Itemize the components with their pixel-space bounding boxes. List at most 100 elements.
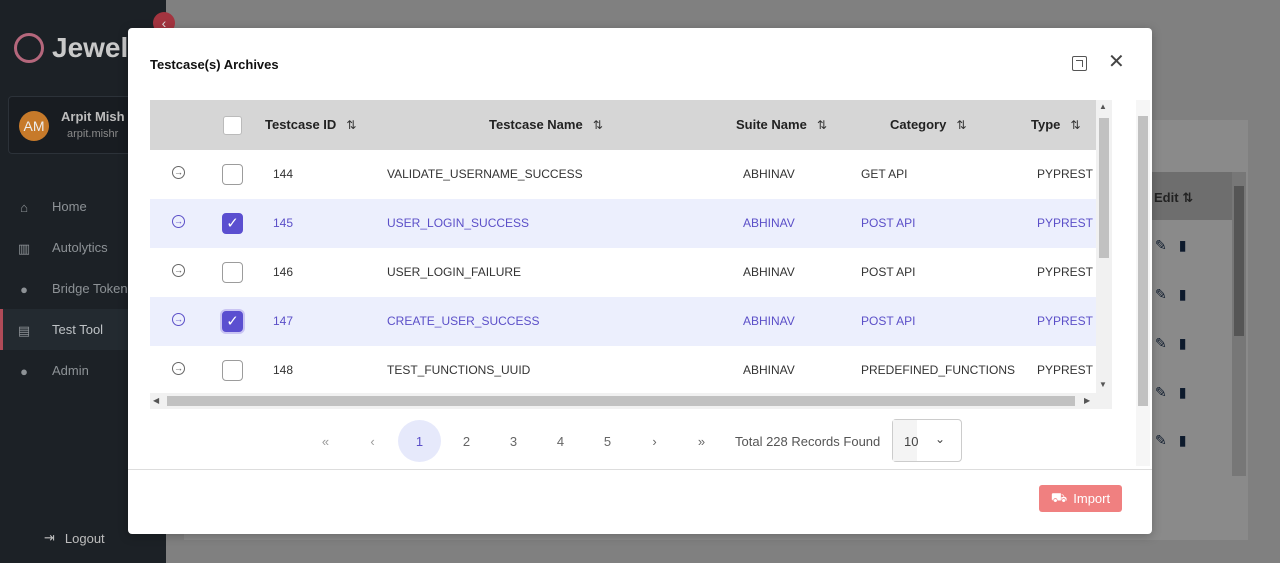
last-page-button[interactable]: » (678, 420, 725, 462)
sort-icon[interactable]: ⇅ (817, 118, 827, 132)
cell-suite-name: ABHINAV (743, 167, 795, 181)
trash-icon[interactable]: ▮ (1179, 286, 1187, 303)
column-header-testcase-name[interactable]: Testcase Name ⇅ (489, 117, 603, 132)
open-arrow-icon[interactable]: → (172, 215, 185, 228)
edit-column-header: Edit ⇅ (1150, 172, 1232, 220)
records-count: Total 228 Records Found (735, 433, 881, 449)
row-checkbox[interactable]: ✓ (222, 311, 243, 332)
page-button-1[interactable]: 1 (398, 420, 441, 462)
cell-testcase-name: USER_LOGIN_FAILURE (387, 265, 522, 279)
column-header-type[interactable]: Type ⇅ (1031, 117, 1080, 132)
cell-suite-name: ABHINAV (743, 265, 795, 279)
trash-icon[interactable]: ▮ (1179, 432, 1187, 449)
brand: Jewel (7, 26, 129, 70)
edit-icon[interactable]: ✎ (1155, 432, 1167, 449)
row-checkbox[interactable] (222, 262, 243, 283)
cell-testcase-id: 147 (273, 314, 294, 328)
scroll-down-icon[interactable]: ▼ (1099, 380, 1107, 389)
scroll-up-icon[interactable]: ▲ (1099, 102, 1107, 111)
first-page-button[interactable]: « (302, 420, 349, 462)
close-icon[interactable]: ✕ (1108, 52, 1125, 72)
open-arrow-icon[interactable]: → (172, 166, 185, 179)
sort-icon[interactable]: ⇅ (593, 118, 603, 132)
open-arrow-icon[interactable]: → (172, 313, 185, 326)
page-button-5[interactable]: 5 (584, 420, 631, 462)
cell-type: PYPREST (1037, 167, 1094, 181)
select-all-checkbox[interactable] (223, 116, 242, 135)
table-row[interactable]: → 144 VALIDATE_USERNAME_SUCCESS ABHINAV … (150, 150, 1096, 199)
open-arrow-icon[interactable]: → (172, 264, 185, 277)
edit-icon[interactable]: ✎ (1155, 237, 1167, 254)
next-page-button[interactable]: › (631, 420, 678, 462)
cell-type: PYPREST (1037, 363, 1094, 377)
sidebar-item-label: Test Tool (52, 322, 104, 337)
cell-suite-name: ABHINAV (743, 314, 795, 328)
scroll-thumb[interactable] (1138, 116, 1148, 406)
testcase-table: Testcase ID ⇅ Testcase Name ⇅ Suite Name ⇅ … (150, 100, 1112, 410)
column-label: Type (1031, 117, 1061, 132)
sort-icon: ⇅ (1182, 190, 1194, 205)
row-checkbox[interactable] (222, 164, 243, 185)
logout-button[interactable]: ⇥ Logout (44, 530, 105, 546)
table-vertical-scrollbar[interactable]: ▲ ▼ (1096, 100, 1112, 393)
logo-icon (7, 26, 51, 70)
column-label: Testcase Name (489, 117, 583, 132)
pagination: « ‹ 1 2 3 4 5 › » Total 228 Records Foun… (302, 420, 880, 462)
page-button-4[interactable]: 4 (537, 420, 584, 462)
row-actions: ✎ ▮ (1155, 432, 1205, 449)
open-arrow-icon[interactable]: → (172, 362, 185, 375)
scroll-left-icon[interactable]: ◀ (153, 396, 159, 405)
user-icon: ● (20, 363, 28, 379)
background-scrollbar[interactable] (1232, 172, 1246, 476)
home-icon: ⌂ (20, 199, 28, 215)
brand-name: Jewel (52, 32, 129, 63)
chart-icon: ▥ (17, 240, 31, 256)
cell-type: PYPREST (1037, 314, 1094, 328)
scroll-right-icon[interactable]: ▶ (1084, 396, 1090, 405)
import-button[interactable]: ⛟ Import (1039, 485, 1122, 512)
modal-scrollbar[interactable] (1136, 100, 1150, 466)
page-size-select[interactable]: 10 ⌄ (892, 419, 962, 462)
trash-icon[interactable]: ▮ (1179, 335, 1187, 352)
users-icon: ● (20, 281, 28, 297)
sort-icon[interactable]: ⇅ (346, 118, 356, 132)
row-actions: ✎ ▮ (1155, 237, 1205, 254)
column-header-suite-name[interactable]: Suite Name ⇅ (736, 117, 827, 132)
edit-icon[interactable]: ✎ (1155, 286, 1167, 303)
cell-category: POST API (861, 216, 916, 230)
expand-icon[interactable] (1072, 56, 1087, 71)
table-row[interactable]: → ✓ 145 USER_LOGIN_SUCCESS ABHINAV POST … (150, 199, 1096, 248)
cell-testcase-name: CREATE_USER_SUCCESS (387, 314, 540, 328)
cell-category: POST API (861, 265, 916, 279)
sort-icon[interactable]: ⇅ (956, 118, 966, 132)
column-header-testcase-id[interactable]: Testcase ID ⇅ (265, 117, 356, 132)
sort-icon[interactable]: ⇅ (1070, 118, 1080, 132)
prev-page-button[interactable]: ‹ (349, 420, 396, 462)
column-label: Testcase ID (265, 117, 337, 132)
user-name: Arpit Mish (61, 109, 125, 124)
scroll-thumb[interactable] (1234, 186, 1244, 336)
cell-testcase-id: 148 (273, 363, 294, 377)
cell-testcase-id: 146 (273, 265, 294, 279)
row-actions: ✎ ▮ (1155, 335, 1205, 352)
trash-icon[interactable]: ▮ (1179, 237, 1187, 254)
sidebar-item-label: Admin (52, 363, 89, 378)
archives-modal: Testcase(s) Archives ✕ Testcase ID ⇅ Test… (128, 28, 1152, 534)
edit-icon[interactable]: ✎ (1155, 384, 1167, 401)
cell-testcase-id: 145 (273, 216, 294, 230)
row-checkbox[interactable] (222, 360, 243, 381)
column-header-category[interactable]: Category ⇅ (890, 117, 966, 132)
scroll-thumb[interactable] (1099, 118, 1109, 258)
page-button-2[interactable]: 2 (443, 420, 490, 462)
table-row[interactable]: → 146 USER_LOGIN_FAILURE ABHINAV POST AP… (150, 248, 1096, 297)
row-actions: ✎ ▮ (1155, 286, 1205, 303)
table-horizontal-scrollbar[interactable]: ◀ ▶ (150, 393, 1112, 409)
table-row[interactable]: → 148 TEST_FUNCTIONS_UUID ABHINAV PREDEF… (150, 346, 1096, 395)
row-checkbox[interactable]: ✓ (222, 213, 243, 234)
page-button-3[interactable]: 3 (490, 420, 537, 462)
cell-testcase-name: TEST_FUNCTIONS_UUID (387, 363, 531, 377)
edit-icon[interactable]: ✎ (1155, 335, 1167, 352)
scroll-thumb[interactable] (167, 396, 1075, 406)
table-row[interactable]: → ✓ 147 CREATE_USER_SUCCESS ABHINAV POST… (150, 297, 1096, 346)
trash-icon[interactable]: ▮ (1179, 384, 1187, 401)
